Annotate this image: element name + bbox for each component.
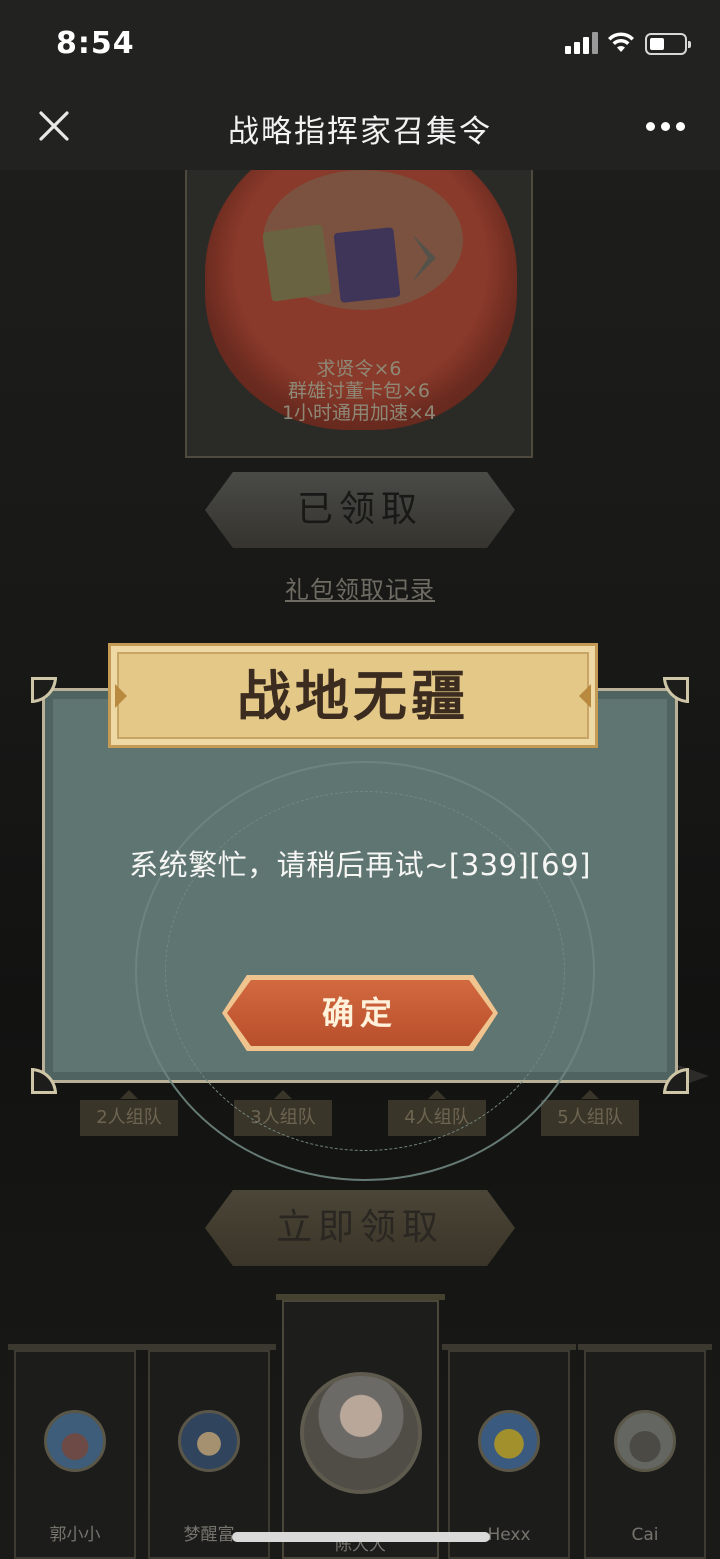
gift-record-link[interactable]: 礼包领取记录: [0, 570, 720, 605]
member-banner[interactable]: 梦醒富: [142, 1344, 276, 1559]
member-banner[interactable]: Hexx: [442, 1344, 576, 1559]
avatar: [178, 1410, 240, 1472]
card-pack-image: [262, 224, 332, 302]
team-tag-5: 5人组队: [541, 1090, 639, 1136]
member-banner-leader[interactable]: 陈大大: [276, 1294, 445, 1559]
gift-item: 1小时通用加速×4: [281, 402, 437, 424]
claimed-button: 已领取: [205, 472, 515, 548]
dialog-header: 战地无疆: [108, 643, 598, 748]
dialog-message: 系统繁忙，请稍后再试~[339][69]: [129, 848, 591, 882]
status-bar: 8:54: [0, 0, 720, 88]
card-pack-image: [333, 227, 401, 303]
gift-item: 群雄讨董卡包×6: [287, 380, 430, 402]
avatar: [44, 1410, 106, 1472]
avatar: [478, 1410, 540, 1472]
home-indicator[interactable]: [232, 1532, 490, 1542]
gift-card: 求贤令×6 群雄讨董卡包×6 1小时通用加速×4: [185, 170, 533, 458]
team-tag-2: 2人组队: [80, 1090, 178, 1136]
gift-item: 求贤令×6: [316, 358, 402, 380]
status-time: 8:54: [56, 26, 135, 61]
wifi-icon: [608, 32, 634, 52]
member-name: 郭小小: [49, 1525, 101, 1545]
dialog-title: 战地无疆: [237, 664, 469, 728]
member-banner[interactable]: Cai: [578, 1344, 712, 1559]
page-title: 战略指挥家召集令: [228, 114, 492, 150]
cellular-signal-icon: [565, 32, 599, 54]
avatar: [614, 1410, 676, 1472]
app-screen: 求贤令×6 群雄讨董卡包×6 1小时通用加速×4 已领取 礼包领取记录 2人组队…: [0, 0, 720, 1559]
member-banner[interactable]: 郭小小: [8, 1344, 142, 1559]
claim-now-button[interactable]: 立即领取: [205, 1190, 515, 1266]
member-name: Cai: [631, 1525, 659, 1545]
battery-icon: [645, 33, 691, 55]
avatar: [300, 1372, 422, 1494]
confirm-button[interactable]: 确定: [227, 980, 493, 1046]
nav-bar: 战略指挥家召集令: [0, 88, 720, 170]
more-icon[interactable]: [646, 122, 686, 134]
